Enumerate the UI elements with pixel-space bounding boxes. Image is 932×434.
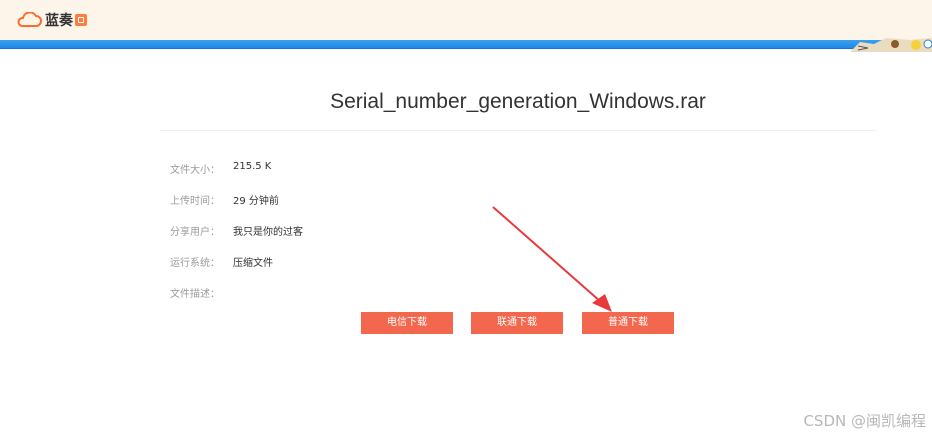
os-label: 运行系统：	[170, 258, 220, 269]
cloud-icon	[16, 12, 42, 28]
share-user-value: 我只是你的过客	[233, 227, 303, 238]
normal-download-button[interactable]: 普通下载	[582, 312, 674, 334]
blue-banner-strip	[0, 40, 932, 49]
site-logo[interactable]: 蓝奏	[16, 10, 87, 30]
decoration-illustration	[850, 38, 932, 52]
title-divider	[160, 130, 876, 131]
size-value: 215.5 K	[233, 161, 272, 172]
logo-badge-icon	[75, 14, 87, 26]
logo-text: 蓝奏	[45, 13, 73, 29]
share-user-label: 分享用户：	[170, 227, 220, 238]
size-label: 文件大小：	[170, 165, 220, 176]
upload-time-label: 上传时间：	[170, 196, 220, 207]
os-value: 压缩文件	[233, 258, 273, 269]
file-title: Serial_number_generation_Windows.rar	[330, 90, 706, 113]
description-label: 文件描述：	[170, 289, 220, 300]
telecom-download-button[interactable]: 电信下载	[361, 312, 453, 334]
red-arrow-annotation	[492, 206, 612, 312]
upload-time-value: 29 分钟前	[233, 196, 279, 207]
top-header: 蓝奏	[0, 0, 932, 41]
watermark-text: CSDN @闽凯编程	[803, 412, 926, 430]
unicom-download-button[interactable]: 联通下载	[471, 312, 563, 334]
